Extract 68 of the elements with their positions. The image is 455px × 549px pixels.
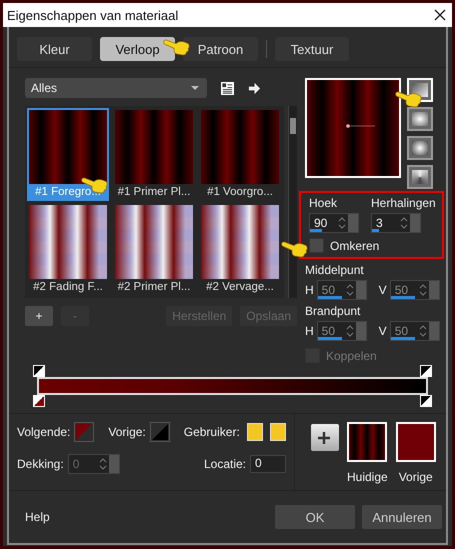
- tab[interactable]: Verloop: [100, 37, 175, 61]
- spin-field[interactable]: 90: [309, 213, 359, 233]
- gradient-bar[interactable]: [37, 377, 428, 395]
- spin-field[interactable]: 50: [316, 280, 367, 300]
- spin-arrows-icon[interactable]: [418, 283, 427, 297]
- spin-field[interactable]: 50: [390, 321, 440, 341]
- field-label: Locatie:: [204, 457, 246, 471]
- gradient-item[interactable]: #2 Fading F...: [27, 203, 109, 296]
- spin-field[interactable]: 3: [371, 213, 421, 233]
- gradient-item[interactable]: #2 Vervage...: [199, 203, 281, 296]
- window-title: Eigenschappen van materiaal: [7, 8, 178, 22]
- pointing-hand-icon: [281, 239, 309, 258]
- scrollbar[interactable]: [288, 106, 297, 298]
- tab[interactable]: Patroon: [183, 37, 258, 61]
- section-label: Brandpunt: [305, 304, 362, 318]
- gradient-item[interactable]: #1 Primer Pl...: [113, 108, 195, 201]
- axis-label: V: [378, 324, 387, 338]
- field-label: Gebruiker:: [184, 425, 240, 439]
- swatch-label: Vorige: [398, 470, 433, 484]
- dialog-button[interactable]: OK: [275, 505, 355, 529]
- pointing-hand-icon: [163, 37, 191, 56]
- section-label: Middelpunt: [305, 263, 365, 277]
- list-icon[interactable]: [221, 82, 234, 94]
- spin-field[interactable]: 50: [316, 321, 367, 341]
- spin-arrows-icon[interactable]: [346, 283, 354, 297]
- stop-marker-icon[interactable]: [33, 365, 45, 377]
- dialog-button[interactable]: Annuleren: [362, 505, 442, 529]
- tab[interactable]: Textuur: [275, 37, 349, 61]
- stop-marker-icon[interactable]: [33, 395, 45, 407]
- field-label: Hoek: [309, 196, 338, 210]
- style-button[interactable]: [407, 136, 433, 160]
- swatch-label: Huidige: [347, 470, 388, 484]
- color-swatch[interactable]: [74, 422, 94, 442]
- style-button[interactable]: [407, 165, 433, 189]
- checkbox-label: Koppelen: [326, 348, 377, 362]
- color-swatch[interactable]: [150, 422, 170, 442]
- tab[interactable]: Kleur: [17, 37, 92, 61]
- pointing-hand-icon: [395, 89, 423, 108]
- caret-icon[interactable]: [191, 86, 199, 90]
- arrow-right-icon[interactable]: [248, 82, 261, 94]
- axis-label: H: [305, 283, 314, 297]
- field-label: Herhalingen: [371, 196, 436, 210]
- gradient-item[interactable]: #1 Voorgro...: [199, 108, 281, 201]
- axis-label: V: [378, 283, 387, 297]
- checkbox-label: Omkeren: [330, 238, 380, 252]
- plus-icon: [317, 430, 331, 444]
- spin-arrows-icon[interactable]: [338, 216, 346, 230]
- field-label: Vorige:: [108, 425, 146, 439]
- gradient-preview[interactable]: [305, 78, 401, 178]
- add-button[interactable]: [311, 424, 339, 451]
- input-field[interactable]: 0: [250, 455, 286, 473]
- help-link[interactable]: Help: [25, 510, 50, 524]
- spin-arrows-icon[interactable]: [418, 324, 427, 338]
- checkbox[interactable]: [309, 238, 324, 253]
- axis-label: H: [305, 324, 314, 338]
- style-button[interactable]: [407, 107, 433, 131]
- field-label: Volgende:: [17, 425, 70, 439]
- field-label: Dekking:: [17, 457, 64, 471]
- stop-marker-icon[interactable]: [420, 395, 432, 407]
- spin-arrows-icon[interactable]: [346, 324, 354, 338]
- spin-field[interactable]: 50: [390, 280, 440, 300]
- gradient-item[interactable]: #2 Primer Pl...: [113, 203, 195, 296]
- category-dropdown[interactable]: Alles: [25, 78, 207, 98]
- spin-arrows-icon[interactable]: [400, 216, 408, 230]
- angle-handle-icon[interactable]: [345, 122, 375, 130]
- stop-button[interactable]: +: [25, 306, 53, 326]
- close-icon[interactable]: [434, 9, 446, 21]
- stop-marker-icon[interactable]: [420, 365, 432, 377]
